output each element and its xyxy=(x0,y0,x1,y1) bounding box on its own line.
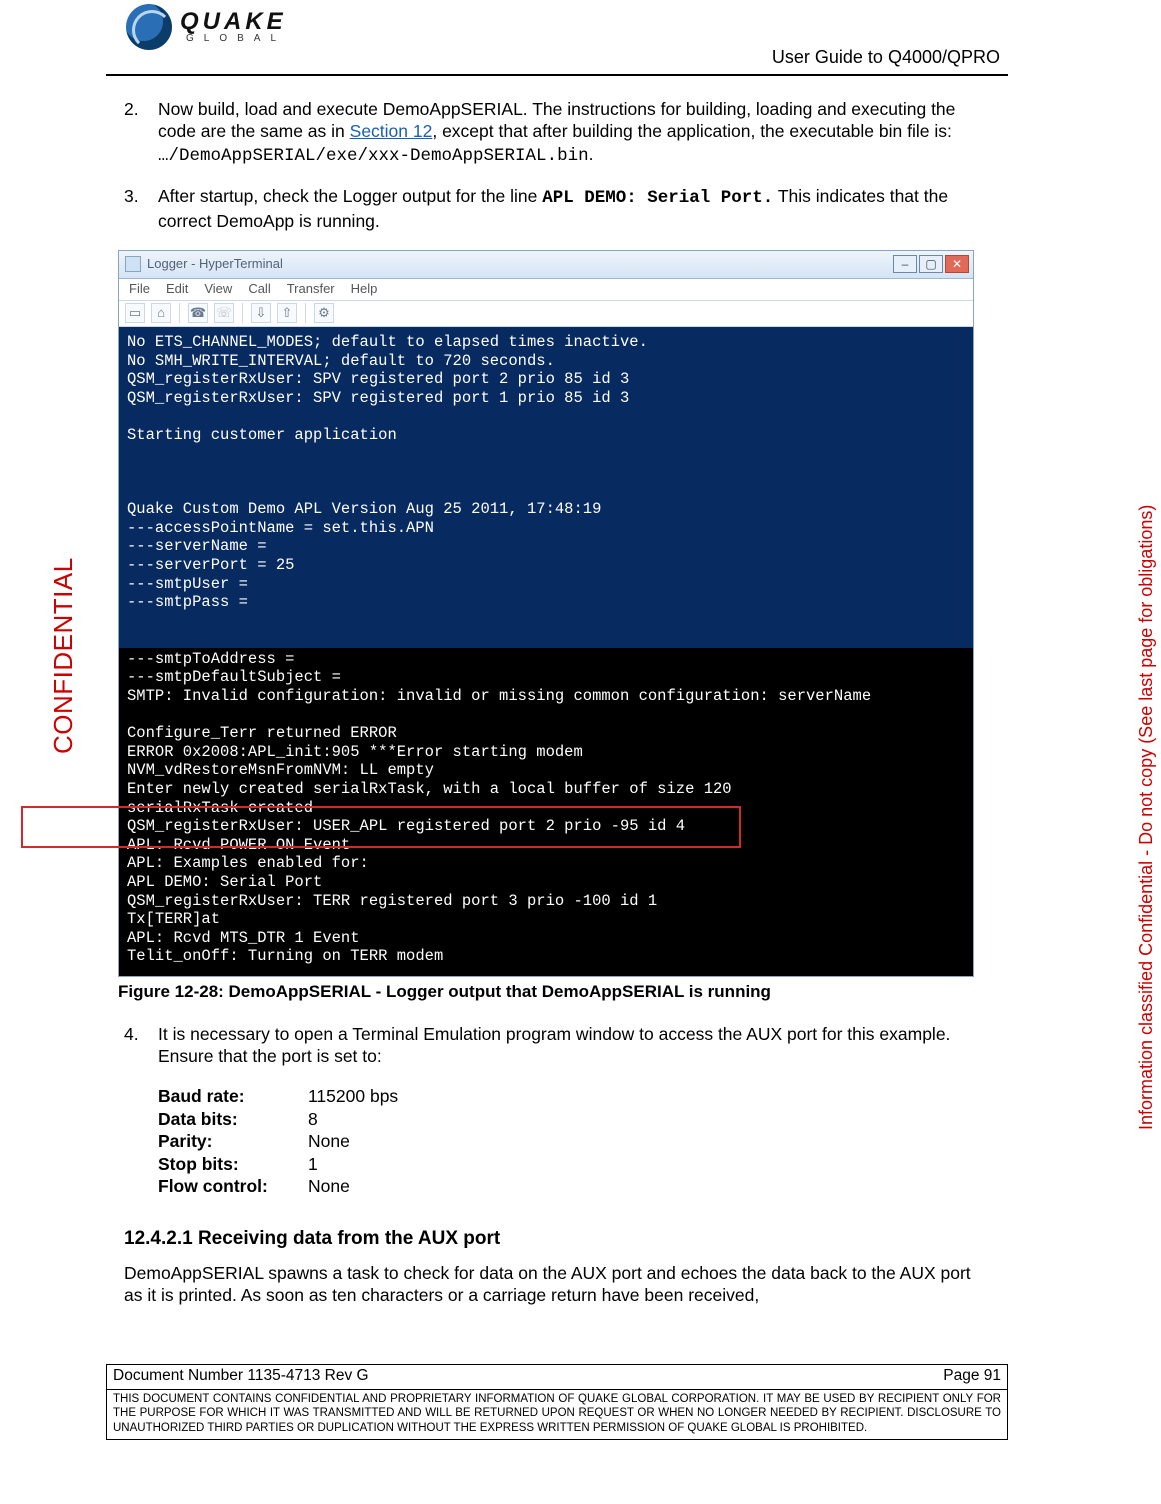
window-titlebar[interactable]: Logger - HyperTerminal – ▢ ✕ xyxy=(119,251,973,279)
separator-icon xyxy=(305,303,306,323)
properties-icon[interactable]: ⚙ xyxy=(314,303,334,323)
baud-rate-label: Baud rate: xyxy=(158,1085,308,1107)
data-bits-value: 8 xyxy=(308,1108,318,1130)
bin-path: …/DemoAppSERIAL/exe/xxx-DemoAppSERIAL.bi… xyxy=(158,146,589,166)
confidential-watermark: CONFIDENTIAL xyxy=(48,557,79,754)
menu-transfer[interactable]: Transfer xyxy=(287,281,335,298)
flow-control-value: None xyxy=(308,1175,350,1197)
hyperterminal-window: Logger - HyperTerminal – ▢ ✕ File Edit V… xyxy=(118,250,974,977)
globe-icon xyxy=(126,4,172,50)
new-icon[interactable]: ▭ xyxy=(125,303,145,323)
page-footer: Document Number 1135-4713 Rev G Page 91 … xyxy=(106,1364,1008,1440)
page-container: QUAKE GLOBAL User Guide to Q4000/QPRO 2.… xyxy=(106,0,1008,1440)
maximize-button[interactable]: ▢ xyxy=(919,255,943,273)
doc-title: User Guide to Q4000/QPRO xyxy=(772,47,1000,68)
menu-help[interactable]: Help xyxy=(351,281,378,298)
parity-value: None xyxy=(308,1130,350,1152)
step-3: 3. After startup, check the Logger outpu… xyxy=(124,185,990,232)
text: After startup, check the Logger output f… xyxy=(158,186,542,206)
section-heading: 12.4.2.1 Receiving data from the AUX por… xyxy=(124,1227,990,1251)
section-12-link[interactable]: Section 12 xyxy=(350,121,433,141)
send-icon[interactable]: ⇩ xyxy=(251,303,271,323)
page-body: 2. Now build, load and execute DemoAppSE… xyxy=(106,76,1008,1307)
menu-bar[interactable]: File Edit View Call Transfer Help xyxy=(119,279,973,301)
separator-icon xyxy=(179,303,180,323)
menu-file[interactable]: File xyxy=(129,281,150,298)
brand-name: QUAKE xyxy=(180,10,287,34)
flow-control-label: Flow control: xyxy=(158,1175,308,1197)
page-header: QUAKE GLOBAL User Guide to Q4000/QPRO xyxy=(106,0,1008,76)
text: , except that after building the applica… xyxy=(432,121,952,141)
disconnect-icon[interactable]: ☏ xyxy=(214,303,234,323)
confidential-info-strip: Information classified Confidential - Do… xyxy=(1136,505,1157,1130)
doc-number: Document Number 1135-4713 Rev G xyxy=(113,1367,369,1385)
open-icon[interactable]: ⌂ xyxy=(151,303,171,323)
serial-settings: Baud rate:115200 bps Data bits:8 Parity:… xyxy=(158,1085,990,1197)
window-buttons: – ▢ ✕ xyxy=(893,255,969,273)
data-bits-label: Data bits: xyxy=(158,1108,308,1130)
page-number: Page 91 xyxy=(943,1367,1001,1385)
menu-call[interactable]: Call xyxy=(248,281,270,298)
legal-notice: THIS DOCUMENT CONTAINS CONFIDENTIAL AND … xyxy=(107,1389,1007,1439)
step-text: Now build, load and execute DemoAppSERIA… xyxy=(158,98,990,167)
step-number: 2. xyxy=(124,98,158,167)
step-4: 4. It is necessary to open a Terminal Em… xyxy=(124,1023,990,1068)
terminal-output-lower: ---smtpToAddress = ---smtpDefaultSubject… xyxy=(119,648,973,976)
minimize-button[interactable]: – xyxy=(893,255,917,273)
menu-edit[interactable]: Edit xyxy=(166,281,188,298)
section-paragraph: DemoAppSERIAL spawns a task to check for… xyxy=(124,1262,990,1307)
terminal-output-upper: No ETS_CHANNEL_MODES; default to elapsed… xyxy=(119,327,973,648)
brand-subtitle: GLOBAL xyxy=(186,34,287,44)
toolbar: ▭ ⌂ ☎ ☏ ⇩ ⇧ ⚙ xyxy=(119,301,973,327)
stop-bits-value: 1 xyxy=(308,1153,318,1175)
brand-logo: QUAKE GLOBAL xyxy=(126,4,287,50)
step-number: 3. xyxy=(124,185,158,232)
baud-rate-value: 115200 bps xyxy=(308,1085,398,1107)
step-number: 4. xyxy=(124,1023,158,1068)
menu-view[interactable]: View xyxy=(204,281,232,298)
stop-bits-label: Stop bits: xyxy=(158,1153,308,1175)
text: . xyxy=(589,144,594,164)
brand-text: QUAKE GLOBAL xyxy=(180,10,287,44)
app-icon xyxy=(125,256,141,272)
step-2: 2. Now build, load and execute DemoAppSE… xyxy=(124,98,990,167)
figure-caption: Figure 12-28: DemoAppSERIAL - Logger out… xyxy=(118,981,990,1003)
window-title: Logger - HyperTerminal xyxy=(147,256,283,273)
receive-icon[interactable]: ⇧ xyxy=(277,303,297,323)
code-literal: APL DEMO: Serial Port. xyxy=(542,188,773,208)
parity-label: Parity: xyxy=(158,1130,308,1152)
connect-icon[interactable]: ☎ xyxy=(188,303,208,323)
step-text: It is necessary to open a Terminal Emula… xyxy=(158,1023,990,1068)
step-text: After startup, check the Logger output f… xyxy=(158,185,990,232)
close-button[interactable]: ✕ xyxy=(945,255,969,273)
separator-icon xyxy=(242,303,243,323)
